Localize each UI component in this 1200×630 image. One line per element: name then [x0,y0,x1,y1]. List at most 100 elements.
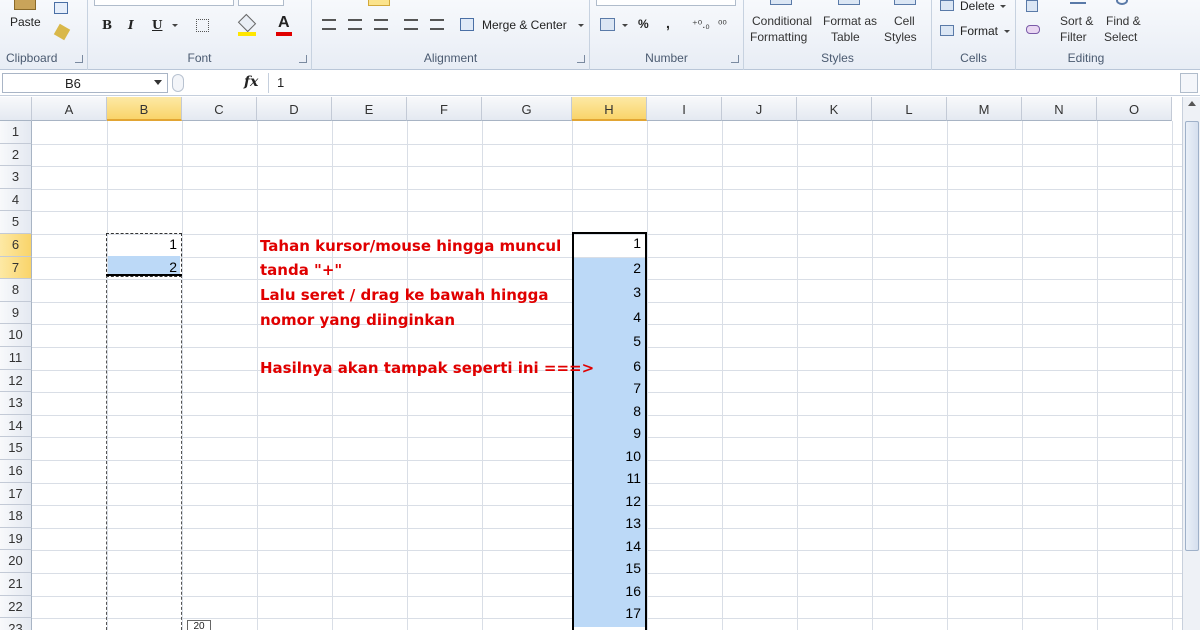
worksheet-grid[interactable]: ABCDEFGHIJKLMNO 1 2 3 4 5 6 7 8 9 10 11 12 13 14 15 16 1… [0,97,1182,630]
column-header-d[interactable]: D [257,97,332,121]
cell-h19[interactable]: 14 [572,538,645,554]
row-header-19[interactable]: 19 [0,527,32,551]
column-header-f[interactable]: F [407,97,482,121]
conditional-formatting-line2[interactable]: Formatting [750,30,807,44]
cell-h13[interactable]: 8 [572,403,645,419]
column-header-g[interactable]: G [482,97,572,121]
row-header-17[interactable]: 17 [0,482,32,506]
row-header-2[interactable]: 2 [0,143,32,167]
fill-color-icon[interactable] [237,13,257,33]
row-header-11[interactable]: 11 [0,347,32,370]
font-launcher[interactable] [299,55,307,63]
paste-icon[interactable] [14,0,36,10]
cell-h14[interactable]: 9 [572,425,645,441]
row-header-1[interactable]: 1 [0,121,32,144]
name-box-dropdown-icon[interactable] [154,80,162,85]
row-header-20[interactable]: 20 [0,550,32,573]
column-header-n[interactable]: N [1022,97,1097,121]
accounting-format-icon[interactable] [600,18,615,31]
column-header-b[interactable]: B [107,97,182,121]
cell-h7[interactable]: 2 [572,260,645,276]
cell-h20[interactable]: 15 [572,560,645,576]
clipboard-launcher[interactable] [75,55,83,63]
row-header-18[interactable]: 18 [0,505,32,528]
find-select-line1[interactable]: Find & [1106,14,1141,28]
row-header-4[interactable]: 4 [0,188,32,212]
sort-filter-icon[interactable] [1070,0,1086,4]
cell-styles-icon[interactable] [894,0,916,5]
fill-icon[interactable] [1026,0,1038,12]
cell-h10[interactable]: 5 [572,333,645,349]
paste-button[interactable]: Paste [10,15,41,29]
cell-h15[interactable]: 10 [572,448,645,464]
cell-h16[interactable]: 11 [572,470,645,486]
column-header-l[interactable]: L [872,97,947,121]
row-header-7[interactable]: 7 [0,256,32,280]
row-header-6[interactable]: 6 [0,234,32,257]
row-header-15[interactable]: 15 [0,437,32,460]
conditional-formatting-line1[interactable]: Conditional [752,14,812,28]
percent-button[interactable]: % [638,17,649,31]
column-header-i[interactable]: I [647,97,722,121]
column-header-o[interactable]: O [1097,97,1172,121]
formula-expand-button[interactable] [1180,73,1198,93]
number-format-box[interactable] [596,0,736,6]
formula-input[interactable]: 1 [268,73,1176,93]
format-painter-icon[interactable] [53,23,71,41]
copy-icon[interactable] [54,2,68,14]
cell-styles-line2[interactable]: Styles [884,30,917,44]
vertical-scrollbar[interactable] [1182,97,1200,630]
borders-icon[interactable] [196,19,209,32]
delete-icon[interactable] [940,0,954,11]
cell-h18[interactable]: 13 [572,515,645,531]
row-header-14[interactable]: 14 [0,414,32,438]
sort-filter-line2[interactable]: Filter [1060,30,1087,44]
row-header-3[interactable]: 3 [0,166,32,189]
format-as-table-icon[interactable] [838,0,860,5]
bold-button[interactable]: B [102,18,112,32]
format-as-table-line1[interactable]: Format as [823,14,877,28]
row-header-23[interactable]: 23 [0,618,32,630]
cell-h21[interactable]: 16 [572,583,645,599]
font-size-box[interactable] [238,0,284,6]
name-box[interactable]: B6 [2,73,168,93]
clear-icon[interactable] [1026,25,1040,34]
row-header-22[interactable]: 22 [0,595,32,619]
alignment-launcher[interactable] [577,55,585,63]
row-header-21[interactable]: 21 [0,573,32,596]
chevron-down-icon[interactable] [578,24,584,27]
row-header-5[interactable]: 5 [0,211,32,234]
cell-h6[interactable]: 1 [572,235,645,251]
cell-styles-line1[interactable]: Cell [894,14,915,28]
find-select-line2[interactable]: Select [1104,30,1137,44]
decrease-indent-icon[interactable] [404,19,418,30]
decrease-decimal-button[interactable]: ⁰⁰ [718,18,727,31]
increase-decimal-button[interactable]: ⁺⁰.₀ [692,18,710,31]
cell-h8[interactable]: 3 [572,284,645,300]
align-right-icon[interactable] [374,19,388,30]
delete-button[interactable]: Delete [960,0,995,13]
format-as-table-line2[interactable]: Table [831,30,860,44]
column-header-c[interactable]: C [182,97,257,121]
column-header-h[interactable]: H [572,97,647,121]
cell-h17[interactable]: 12 [572,493,645,509]
column-header-m[interactable]: M [947,97,1022,121]
column-header-a[interactable]: A [32,97,107,121]
row-header-8[interactable]: 8 [0,279,32,302]
select-all-corner[interactable] [0,97,32,121]
font-color-button[interactable]: A [278,14,290,32]
row-header-10[interactable]: 10 [0,324,32,347]
sort-filter-line1[interactable]: Sort & [1060,14,1093,28]
find-select-icon[interactable] [1116,0,1128,5]
middle-align-icon[interactable] [368,0,390,6]
comma-button[interactable]: , [666,15,670,31]
column-header-e[interactable]: E [332,97,407,121]
row-header-12[interactable]: 12 [0,369,32,393]
conditional-formatting-icon[interactable] [770,0,792,5]
column-header-j[interactable]: J [722,97,797,121]
align-center-icon[interactable] [348,19,362,30]
merge-center-button[interactable]: Merge & Center [482,18,567,32]
scrollbar-thumb[interactable] [1185,121,1199,551]
merge-center-icon[interactable] [460,18,474,31]
increase-indent-icon[interactable] [430,19,444,30]
